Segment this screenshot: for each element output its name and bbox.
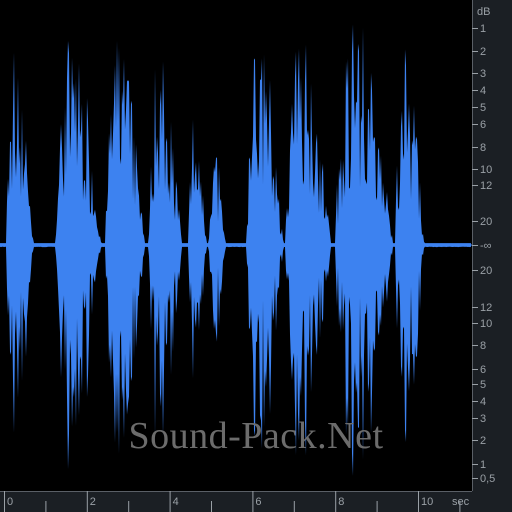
db-tick-label: 12 <box>480 302 492 314</box>
db-tick-label: 3 <box>480 68 486 80</box>
time-tick-label: 4 <box>173 496 179 508</box>
db-tick-label: 10 <box>480 164 492 176</box>
db-tick-label: 2 <box>480 435 486 447</box>
time-tick-label: 8 <box>338 496 344 508</box>
db-tick-label: 0,5 <box>480 473 495 485</box>
audio-editor-view: dB 1 2 3 4 5 6 8 10 12 20 -∞ 20 12 10 8 6 5 4 3 2 1 0,5 sec 0… <box>0 0 512 512</box>
db-tick-label: 6 <box>480 119 486 131</box>
db-tick-label: 12 <box>480 180 492 192</box>
db-tick-label: 2 <box>480 46 486 58</box>
db-tick-label: 20 <box>480 265 492 277</box>
db-tick-label: 4 <box>480 396 486 408</box>
db-tick-label: 20 <box>480 216 492 228</box>
db-tick-label: 4 <box>480 85 486 97</box>
db-tick-label: 5 <box>480 379 486 391</box>
db-tick-label: 3 <box>480 413 486 425</box>
db-tick-label: 6 <box>480 364 486 376</box>
time-tick-label: 6 <box>255 496 261 508</box>
time-tick-label: 0 <box>7 496 13 508</box>
db-tick-label: 8 <box>480 142 486 154</box>
db-unit-label: dB <box>477 6 490 18</box>
db-tick-label: -∞ <box>480 240 492 252</box>
db-tick-label: 5 <box>480 102 486 114</box>
db-tick-label: 10 <box>480 318 492 330</box>
db-tick-label: 1 <box>480 23 486 35</box>
time-tick-label: 10 <box>421 496 433 508</box>
db-scale[interactable] <box>472 0 512 512</box>
waveform-display[interactable]: dB 1234568101220-∞20121086543210,5 sec 0… <box>0 0 512 512</box>
time-ruler[interactable] <box>0 491 472 512</box>
db-tick-label: 8 <box>480 340 486 352</box>
db-tick-label: 1 <box>480 459 486 471</box>
time-tick-label: 2 <box>90 496 96 508</box>
time-unit-label: sec <box>452 496 470 508</box>
